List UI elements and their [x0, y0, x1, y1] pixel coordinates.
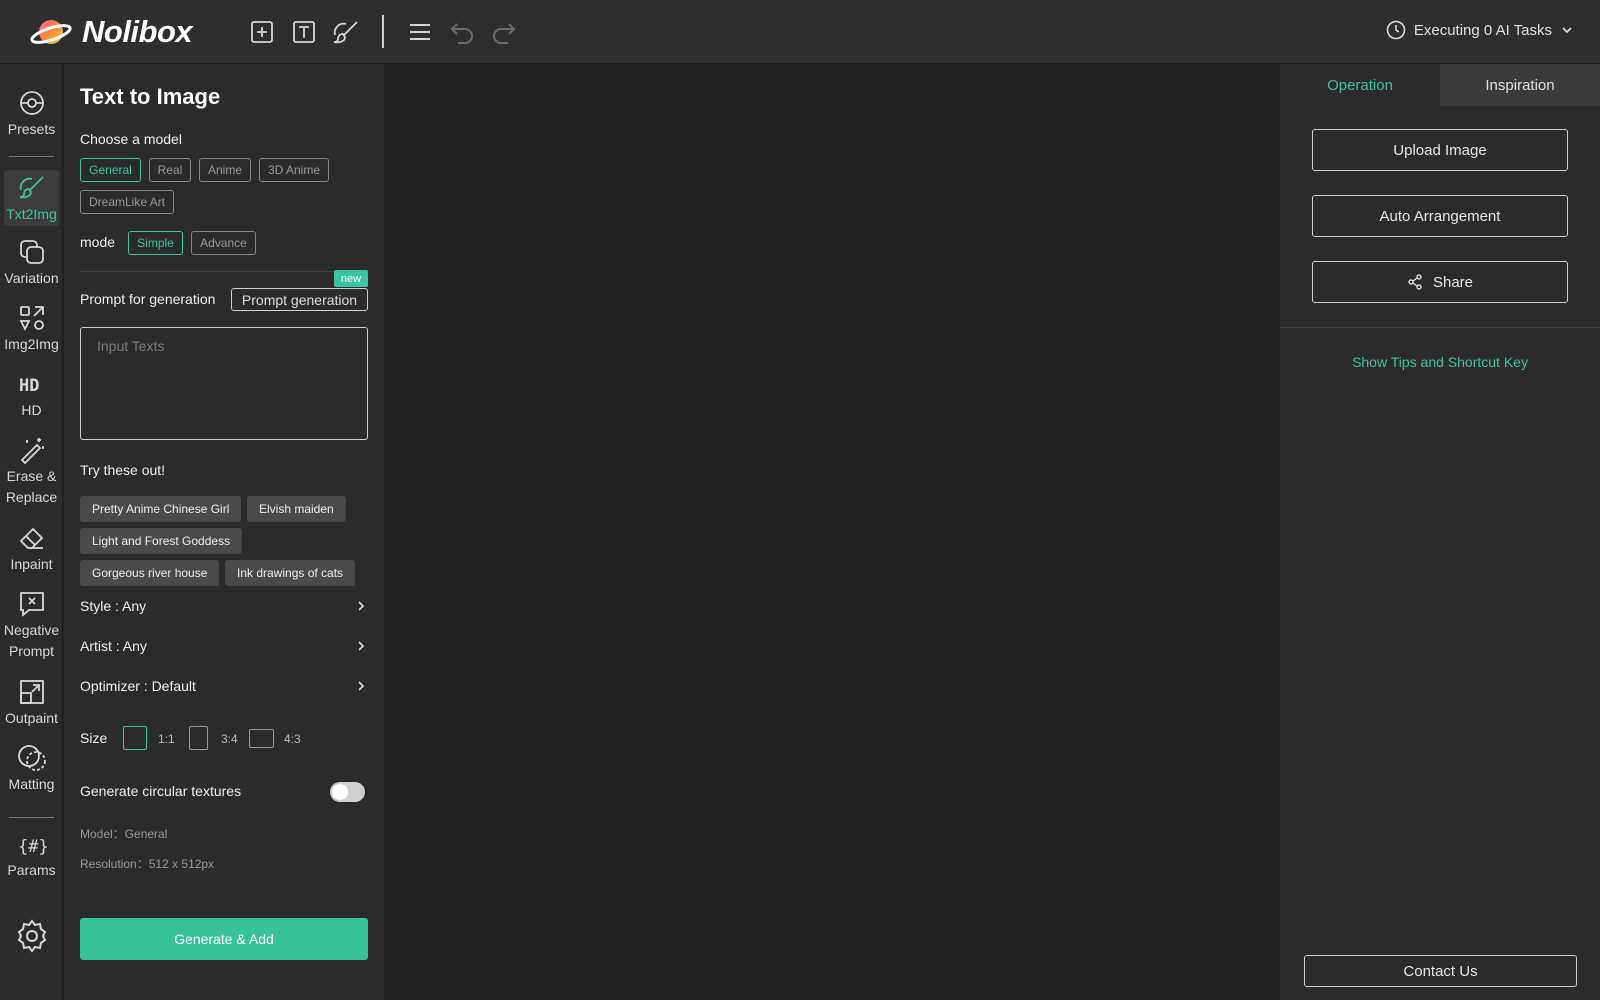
model-info: Model：General [80, 827, 168, 841]
prompt-input[interactable] [80, 327, 368, 440]
resolution-info: Resolution：512 x 512px [80, 857, 215, 871]
chevron-down-icon [1562, 27, 1572, 34]
brush-icon [19, 176, 44, 199]
mode-chip-advance[interactable]: Advance [191, 231, 256, 255]
optimizer-selector[interactable]: Optimizer : Default [80, 674, 368, 698]
size-option-1-1[interactable] [123, 726, 147, 750]
model-chip-3d-anime[interactable]: 3D Anime [259, 158, 329, 182]
redo-icon[interactable] [490, 18, 518, 46]
tasks-label: Executing 0 AI Tasks [1413, 21, 1552, 39]
chevron-right-icon [358, 641, 365, 651]
size-option-4-3[interactable] [249, 729, 274, 748]
negative-prompt-icon [19, 592, 44, 617]
gear-icon [17, 919, 46, 953]
nav-item-params[interactable]: {#} Params [4, 832, 59, 881]
mode-chip-simple[interactable]: Simple [128, 231, 183, 255]
nav-item-matting[interactable]: Matting [4, 744, 59, 795]
settings-button[interactable] [4, 919, 59, 955]
brush-icon[interactable] [332, 18, 360, 46]
menu-icon[interactable] [406, 18, 434, 46]
planet-logo-icon [30, 20, 72, 44]
text-to-image-panel: Text to Image Choose a model General Rea… [64, 64, 384, 1000]
img2img-icon [19, 306, 44, 332]
chevron-right-icon [358, 601, 365, 611]
size-label: Size [80, 730, 108, 746]
prompt-label: Prompt for generation [80, 291, 216, 307]
auto-arrangement-button[interactable]: Auto Arrangement [1312, 195, 1568, 237]
circular-textures-toggle[interactable] [330, 782, 365, 802]
share-icon [1408, 274, 1422, 290]
share-button[interactable]: Share [1312, 261, 1568, 303]
optimizer-label: Optimizer : Default [80, 678, 196, 694]
try-chip[interactable]: Light and Forest Goddess [80, 528, 243, 554]
try-chip[interactable]: Pretty Anime Chinese Girl [80, 496, 242, 522]
mode-label: mode [80, 234, 116, 250]
nav-item-hd[interactable]: HD HD [4, 370, 59, 421]
app-name: Nolibox [82, 14, 193, 49]
size-label-3-4: 3:4 [221, 732, 238, 746]
try-chip[interactable]: Elvish maiden [247, 496, 346, 522]
outpaint-icon [19, 680, 44, 704]
chevron-right-icon [358, 681, 365, 691]
tab-inspiration[interactable]: Inspiration [1440, 64, 1600, 106]
canvas-area[interactable] [384, 64, 1280, 1000]
toolbar-divider [382, 15, 384, 48]
nav-item-inpaint[interactable]: Inpaint [4, 524, 59, 575]
try-label: Try these out! [80, 462, 166, 478]
nav-item-erase-replace[interactable]: Erase & Replace [4, 436, 59, 508]
generate-add-button[interactable]: Generate & Add [80, 918, 368, 960]
size-option-3-4[interactable] [189, 726, 208, 750]
circular-textures-label: Generate circular textures [80, 783, 242, 799]
try-chip[interactable]: Ink drawings of cats [225, 560, 356, 586]
add-square-icon[interactable] [248, 18, 276, 46]
nav-item-variation[interactable]: Variation [4, 238, 59, 289]
artist-selector[interactable]: Artist : Any [80, 634, 368, 658]
text-box-icon[interactable] [290, 18, 318, 46]
right-panel: Operation Inspiration Upload Image Auto … [1280, 64, 1600, 1000]
size-label-1-1: 1:1 [158, 732, 175, 746]
undo-icon[interactable] [448, 18, 476, 46]
tab-operation[interactable]: Operation [1280, 64, 1440, 106]
tips-link[interactable]: Show Tips and Shortcut Key [1280, 354, 1600, 370]
panel-title: Text to Image [80, 84, 221, 109]
artist-label: Artist : Any [80, 638, 147, 654]
clock-icon [1386, 20, 1406, 40]
variation-icon [19, 240, 44, 264]
eraser-icon [19, 527, 43, 549]
top-bar: Nolibox Executing 0 AI Tasks [0, 0, 1600, 64]
nav-divider [9, 817, 54, 818]
params-icon: {#} [18, 837, 47, 857]
upload-image-button[interactable]: Upload Image [1312, 129, 1568, 171]
nav-item-presets[interactable]: Presets [4, 89, 59, 140]
size-label-4-3: 4:3 [284, 732, 301, 746]
nav-item-img2img[interactable]: Img2Img [4, 304, 59, 355]
try-chip[interactable]: Gorgeous river house [80, 560, 220, 586]
section-divider [80, 271, 368, 272]
nav-item-negative-prompt[interactable]: Negative Prompt [4, 590, 59, 662]
model-chip-general[interactable]: General [80, 158, 141, 182]
model-label: Choose a model [80, 131, 182, 147]
model-chip-real[interactable]: Real [149, 158, 191, 182]
nav-item-txt2img[interactable]: Txt2Img [4, 170, 59, 226]
logo: Nolibox [30, 14, 193, 50]
matting-icon [17, 745, 46, 771]
ai-tasks-dropdown[interactable]: Executing 0 AI Tasks [1386, 20, 1574, 40]
svg-text:HD: HD [19, 376, 39, 396]
hd-icon: HD [19, 376, 39, 396]
toggle-knob [332, 784, 348, 800]
right-divider [1280, 327, 1600, 328]
nav-divider [9, 156, 54, 157]
model-chip-dreamlike-art[interactable]: DreamLike Art [80, 190, 174, 214]
style-selector[interactable]: Style : Any [80, 594, 368, 618]
left-nav: Presets Txt2Img Variation Img2Img HD HD … [0, 64, 63, 1000]
svg-text:{#}: {#} [18, 837, 47, 857]
contact-us-button[interactable]: Contact Us [1304, 955, 1577, 987]
prompt-generation-button[interactable]: Prompt generation [231, 288, 368, 311]
model-chip-anime[interactable]: Anime [199, 158, 251, 182]
nav-item-outpaint[interactable]: Outpaint [4, 678, 59, 729]
style-label: Style : Any [80, 598, 147, 614]
magic-wand-icon [20, 438, 44, 464]
new-badge: new [334, 270, 368, 287]
presets-icon [19, 91, 44, 115]
